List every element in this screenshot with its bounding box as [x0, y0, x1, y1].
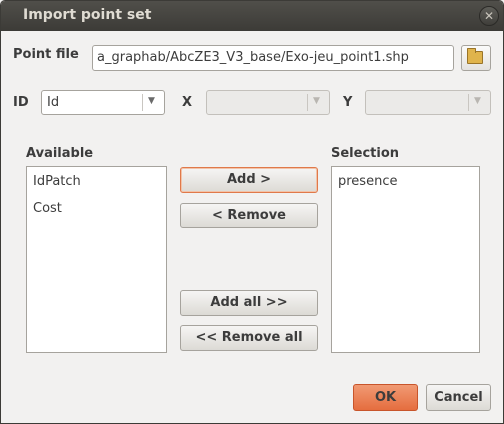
combo-separator [142, 94, 143, 111]
chevron-down-icon: ▼ [474, 96, 481, 106]
chevron-down-icon: ▼ [313, 96, 320, 106]
folder-open-icon [467, 48, 483, 64]
available-label: Available [26, 146, 94, 161]
id-combobox[interactable]: Id ▼ [41, 90, 165, 115]
list-item[interactable]: Cost [33, 201, 62, 216]
title-bar: Import point set ✕ [1, 1, 503, 31]
ok-button[interactable]: OK [353, 384, 418, 411]
id-combobox-value: Id [47, 95, 60, 110]
x-label: X [182, 95, 193, 110]
x-combobox[interactable]: ▼ [206, 90, 330, 115]
dialog-title: Import point set [23, 7, 152, 23]
combo-separator [468, 94, 469, 111]
add-all-button[interactable]: Add all >> [180, 290, 318, 316]
remove-button[interactable]: < Remove [180, 203, 318, 228]
close-icon[interactable]: ✕ [479, 6, 499, 26]
chevron-down-icon: ▼ [148, 96, 155, 106]
list-item[interactable]: IdPatch [33, 174, 81, 189]
list-item[interactable]: presence [338, 174, 397, 189]
cancel-button[interactable]: Cancel [426, 384, 491, 411]
selection-list[interactable]: presence [331, 166, 480, 353]
add-button[interactable]: Add > [180, 167, 318, 193]
selection-label: Selection [331, 146, 400, 161]
point-file-input[interactable]: a_graphab/AbcZE3_V3_base/Exo-jeu_point1.… [92, 45, 454, 71]
y-combobox[interactable]: ▼ [365, 90, 491, 115]
y-label: Y [343, 95, 353, 110]
id-label: ID [13, 95, 29, 110]
combo-separator [307, 94, 308, 111]
import-point-set-dialog: Import point set ✕ Point file a_graphab/… [0, 0, 504, 424]
point-file-label: Point file [13, 47, 79, 62]
remove-all-button[interactable]: << Remove all [180, 325, 318, 351]
available-list[interactable]: IdPatch Cost [26, 166, 167, 353]
browse-button[interactable] [461, 45, 491, 71]
